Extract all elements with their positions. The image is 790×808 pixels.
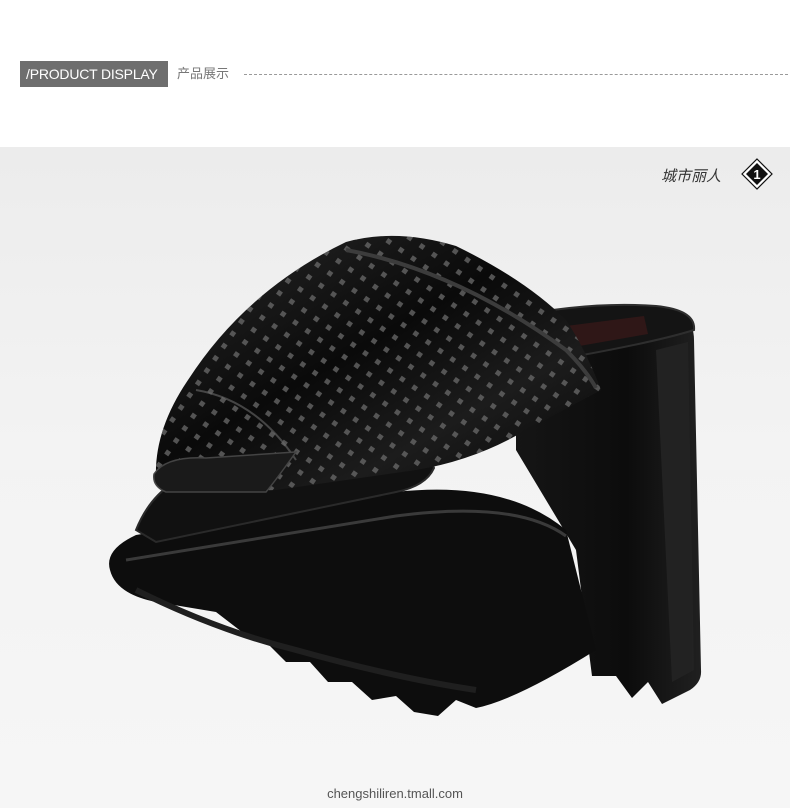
slide-number: 1 (753, 167, 761, 182)
brand-logo: 城市丽人 (661, 165, 721, 186)
product-image (109, 235, 702, 716)
section-header: /PRODUCT DISPLAY 产品展示 (0, 61, 790, 87)
brand-logo-text: 城市丽人 (661, 167, 722, 185)
slide-number-badge: 1 (741, 158, 773, 190)
header-divider (244, 74, 788, 75)
section-subtitle: 产品展示 (177, 66, 230, 81)
store-url[interactable]: chengshiliren.tmall.com (0, 786, 790, 801)
section-title: /PRODUCT DISPLAY (20, 61, 168, 87)
